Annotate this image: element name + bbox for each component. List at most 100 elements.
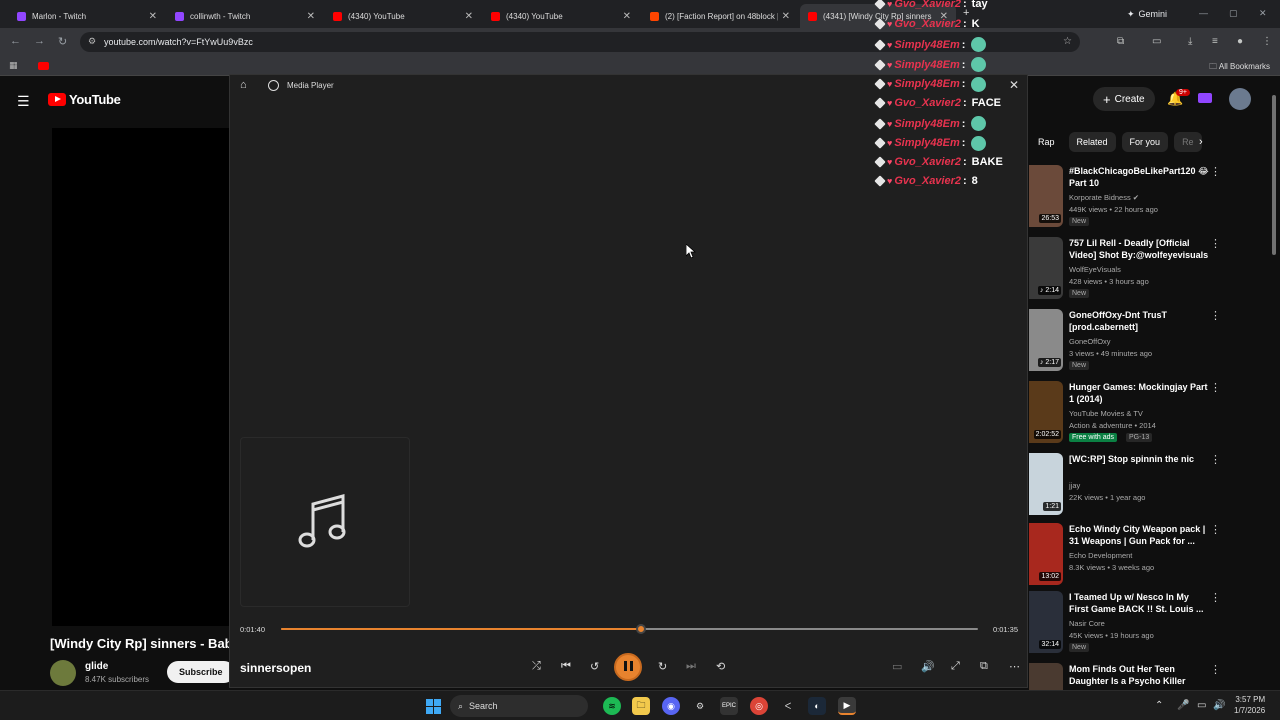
channel-name[interactable]: GoneOffOxy [1069, 337, 1111, 346]
channel-name[interactable]: WolfEyeVisuals [1069, 265, 1121, 274]
chrome-icon[interactable]: ◎ [750, 697, 768, 715]
youtube-bookmark-icon[interactable] [38, 62, 49, 70]
browser-tab[interactable]: (4340) YouTube ✕ [325, 4, 481, 28]
chat-username[interactable]: Simply48Em [894, 137, 959, 149]
mini-player-icon[interactable]: ⧉ [980, 660, 988, 673]
more-options-icon[interactable]: ⋮ [1210, 591, 1221, 604]
chat-username[interactable]: Gvo_Xavier2 [894, 18, 961, 30]
chat-username[interactable]: Simply48Em [894, 59, 959, 71]
forward-icon[interactable]: → [34, 35, 45, 47]
chat-username[interactable]: Gvo_Xavier2 [894, 97, 961, 109]
tab-close-icon[interactable]: ✕ [782, 11, 790, 22]
video-title[interactable]: #BlackChicagoBeLikePart120 😂 Part 10 [1069, 165, 1209, 189]
video-thumbnail[interactable]: 13:02 [1029, 523, 1063, 585]
seek-thumb[interactable] [635, 624, 646, 634]
pause-button[interactable] [614, 653, 642, 681]
video-title[interactable]: Echo Windy City Weapon pack | 31 Weapons… [1069, 523, 1209, 547]
browser-tab[interactable]: (2) [Faction Report] on 48block | ✕ [642, 4, 798, 28]
more-options-icon[interactable]: ⋮ [1210, 663, 1221, 676]
chat-username[interactable]: Simply48Em [894, 39, 959, 51]
close-icon[interactable]: ✕ [1009, 78, 1019, 92]
filter-chip[interactable]: For you [1121, 132, 1169, 152]
account-avatar[interactable] [1229, 88, 1251, 110]
channel-name[interactable]: YouTube Movies & TV [1069, 409, 1143, 418]
youtube-logo[interactable]: YouTube [48, 92, 121, 107]
extensions-icon[interactable]: ⧉ [1117, 36, 1124, 47]
filter-chip[interactable]: Related [1068, 132, 1116, 152]
file-explorer-icon[interactable]: 🗀 [632, 697, 650, 715]
forward-30-icon[interactable]: ↻ [658, 660, 667, 673]
create-button[interactable]: + Create [1093, 87, 1155, 111]
epic-games-icon[interactable]: EPIC [720, 697, 738, 715]
home-icon[interactable]: ⌂ [240, 79, 247, 91]
taskbar-search[interactable]: ⌕ Search [450, 695, 588, 717]
all-bookmarks-link[interactable]: 🗀 All Bookmarks [1209, 61, 1270, 75]
browser-tab[interactable]: collinwth - Twitch ✕ [167, 4, 323, 28]
video-thumbnail[interactable]: 32:14 [1029, 591, 1063, 653]
channel-name[interactable]: Echo Development [1069, 551, 1132, 560]
menu-kebab-icon[interactable]: ⋮ [1262, 36, 1272, 47]
more-options-icon[interactable]: ⋮ [1210, 453, 1221, 466]
seek-bar[interactable] [281, 624, 978, 634]
recommendation-item[interactable]: 1:21 [WC:RP] Stop spinnin the nic jjay 22K … [1029, 453, 1259, 519]
recommendation-item[interactable]: 13:02 Echo Windy City Weapon pack | 31 We… [1029, 523, 1259, 589]
video-thumbnail[interactable]: ♪ 2:17 [1029, 309, 1063, 371]
repeat-icon[interactable]: ⟲ [716, 660, 725, 673]
tray-chevron-up-icon[interactable]: ⌃ [1155, 700, 1163, 711]
filter-chip[interactable]: Rap [1030, 132, 1063, 152]
speaker-icon[interactable]: 🔊 [1213, 700, 1225, 711]
chevron-right-icon[interactable]: › [1199, 136, 1203, 148]
twitch-extension-icon[interactable] [1198, 93, 1212, 103]
chat-username[interactable]: Simply48Em [894, 118, 959, 130]
shuffle-icon[interactable]: ⤮ [532, 660, 541, 673]
tab-close-icon[interactable]: ✕ [623, 11, 631, 22]
next-icon[interactable]: ⏭ [686, 660, 696, 673]
filter-chip[interactable]: Re [1174, 132, 1202, 152]
volume-icon[interactable]: 🔊 [921, 660, 935, 673]
more-options-icon[interactable]: ⋮ [1210, 381, 1221, 394]
windows-start-icon[interactable] [426, 699, 441, 714]
apps-grid-icon[interactable]: ▦ [9, 60, 18, 71]
video-thumbnail[interactable]: ♪ 2:14 [1029, 237, 1063, 299]
tab-close-icon[interactable]: ✕ [307, 11, 315, 22]
back-icon[interactable]: ← [10, 35, 21, 47]
tab-close-icon[interactable]: ✕ [465, 11, 473, 22]
media-player-taskbar-icon[interactable]: ▶ [838, 697, 856, 715]
recommendation-item[interactable]: 2:02:52 Hunger Games: Mockingjay Part 1 (… [1029, 381, 1259, 447]
channel-name[interactable]: Nasir Core [1069, 619, 1105, 628]
video-title[interactable]: GoneOffOxy-Dnt TrusT [prod.cabernett] [1069, 309, 1209, 333]
system-clock[interactable]: 3:57 PM 1/7/2026 [1234, 694, 1265, 716]
hamburger-menu-icon[interactable]: ☰ [17, 93, 30, 110]
video-thumbnail[interactable]: 1:21 [1029, 453, 1063, 515]
video-thumbnail[interactable]: 26:53 [1029, 165, 1063, 227]
app-icon[interactable]: ᐸ [779, 697, 797, 715]
more-options-icon[interactable]: ⋮ [1210, 237, 1221, 250]
gear-app-icon[interactable]: ⚙ [691, 697, 709, 715]
channel-name[interactable]: jjay [1069, 481, 1080, 490]
recommendation-item[interactable]: 26:53 #BlackChicagoBeLikePart120 😂 Part 1… [1029, 165, 1259, 231]
download-icon[interactable]: ⤓ [1188, 36, 1192, 47]
video-player[interactable] [52, 128, 232, 626]
close-window-icon[interactable]: ✕ [1259, 8, 1267, 19]
chat-username[interactable]: Simply48Em [894, 78, 959, 90]
video-title[interactable]: Hunger Games: Mockingjay Part 1 (2014) [1069, 381, 1209, 405]
network-icon[interactable]: ▭ [1197, 700, 1206, 711]
video-title[interactable]: 757 Lil Rell - Deadly [Official Video] S… [1069, 237, 1209, 261]
sidebar-icon[interactable]: ▭ [1152, 36, 1161, 47]
video-title[interactable]: [WC:RP] Stop spinnin the nic [1069, 453, 1209, 465]
spotify-icon[interactable]: ≋ [603, 697, 621, 715]
tab-close-icon[interactable]: ✕ [149, 11, 157, 22]
rewind-10-icon[interactable]: ↺ [590, 660, 599, 673]
bookmark-star-icon[interactable]: ☆ [1063, 36, 1072, 47]
profile-icon[interactable]: ● [1237, 36, 1243, 47]
more-options-icon[interactable]: ⋮ [1210, 523, 1221, 536]
video-title[interactable]: Mom Finds Out Her Teen Daughter Is a Psy… [1069, 663, 1209, 687]
subscribe-button[interactable]: Subscribe [167, 661, 235, 683]
microphone-icon[interactable]: 🎤 [1177, 700, 1189, 711]
channel-name[interactable]: Korporate Bidness ✔ [1069, 193, 1139, 202]
steam-icon[interactable]: ◐ [808, 697, 826, 715]
chat-username[interactable]: Gvo_Xavier2 [894, 0, 961, 10]
page-scrollbar[interactable] [1272, 95, 1276, 255]
channel-name[interactable]: glide [85, 661, 108, 672]
video-title[interactable]: I Teamed Up w/ Nesco In My First Game BA… [1069, 591, 1209, 615]
